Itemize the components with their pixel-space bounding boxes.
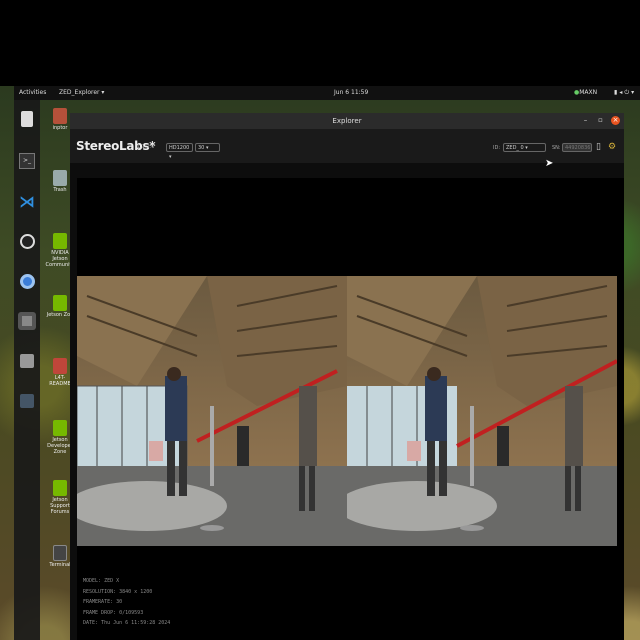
close-button[interactable]: × xyxy=(611,116,620,125)
id-label: ID: xyxy=(493,145,501,151)
resolution-select[interactable]: HD1200 ▾ xyxy=(166,143,193,160)
app-icon[interactable] xyxy=(18,392,36,410)
terminal-icon[interactable]: >_ xyxy=(18,152,36,170)
window-title: Explorer xyxy=(332,117,362,125)
top-bar: Activities ZED_Explorer ▾ Jun 6 11:59 ●M… xyxy=(14,86,640,100)
framerate-text: FRAMERATE: 30 xyxy=(83,599,123,605)
serial-number-field: 44920836 xyxy=(562,143,592,152)
nvidia-icon xyxy=(53,295,67,311)
explorer-toolbar: StereoLabs* 1.1.1.0 HD1200 ▾ 30 ▾ ID: ZE… xyxy=(70,129,624,163)
window-titlebar[interactable]: Explorer – ▫ × xyxy=(70,113,624,129)
nvidia-icon xyxy=(53,480,67,496)
chevron-down-icon: ▾ xyxy=(631,89,637,96)
chromium-icon[interactable] xyxy=(18,272,36,290)
folder-icon xyxy=(53,108,67,124)
maximize-button[interactable]: ▫ xyxy=(596,116,605,125)
fps-select[interactable]: 30 ▾ xyxy=(195,143,220,152)
nvidia-icon xyxy=(53,420,67,436)
system-tray[interactable]: ▮◂⏻▾ xyxy=(614,89,636,97)
mouse-cursor-icon: ➤ xyxy=(545,158,554,169)
right-camera-view xyxy=(347,276,617,546)
dock: >_ ⋊ xyxy=(14,100,40,640)
zed-explorer-icon[interactable] xyxy=(18,312,36,330)
version-label: 1.1.1.0 xyxy=(137,144,155,150)
model-text: MODEL: ZED X xyxy=(83,578,120,584)
explorer-window: Explorer – ▫ × StereoLabs* 1.1.1.0 HD120… xyxy=(70,113,624,640)
power-mode-indicator[interactable]: ●MAXN xyxy=(574,89,597,97)
folder-icon xyxy=(53,358,67,374)
activities-button[interactable]: Activities xyxy=(19,89,46,97)
left-camera-view xyxy=(77,276,347,546)
nvidia-icon xyxy=(53,233,67,249)
resolution-text: RESOLUTION: 3840 x 1200 xyxy=(83,588,153,595)
record-icon[interactable]: ▯ xyxy=(596,142,601,152)
disk-icon[interactable] xyxy=(18,352,36,370)
terminal-icon xyxy=(53,545,67,561)
frame-drop-text: FRAME DROP: 0/109593 xyxy=(83,609,144,616)
stereo-view xyxy=(77,276,617,546)
sn-label: SN: xyxy=(552,145,561,151)
files-icon[interactable] xyxy=(18,110,36,128)
trash-icon xyxy=(53,170,67,186)
date-text: DATE: Thu Jun 6 11:59:28 2024 xyxy=(83,620,171,626)
camera-info-panel: MODEL: ZED X RESOLUTION: 3840 x 1200 FRA… xyxy=(83,576,170,629)
obs-icon[interactable] xyxy=(18,232,36,250)
gear-icon[interactable]: ⚙ xyxy=(608,142,616,152)
video-area: MODEL: ZED X RESOLUTION: 3840 x 1200 FRA… xyxy=(77,178,624,640)
minimize-button[interactable]: – xyxy=(581,116,590,125)
clock[interactable]: Jun 6 11:59 xyxy=(334,89,368,97)
app-menu[interactable]: ZED_Explorer ▾ xyxy=(59,89,104,97)
camera-id-select[interactable]: ZED_ 0 ▾ xyxy=(503,143,546,152)
vscode-icon[interactable]: ⋊ xyxy=(18,192,36,211)
